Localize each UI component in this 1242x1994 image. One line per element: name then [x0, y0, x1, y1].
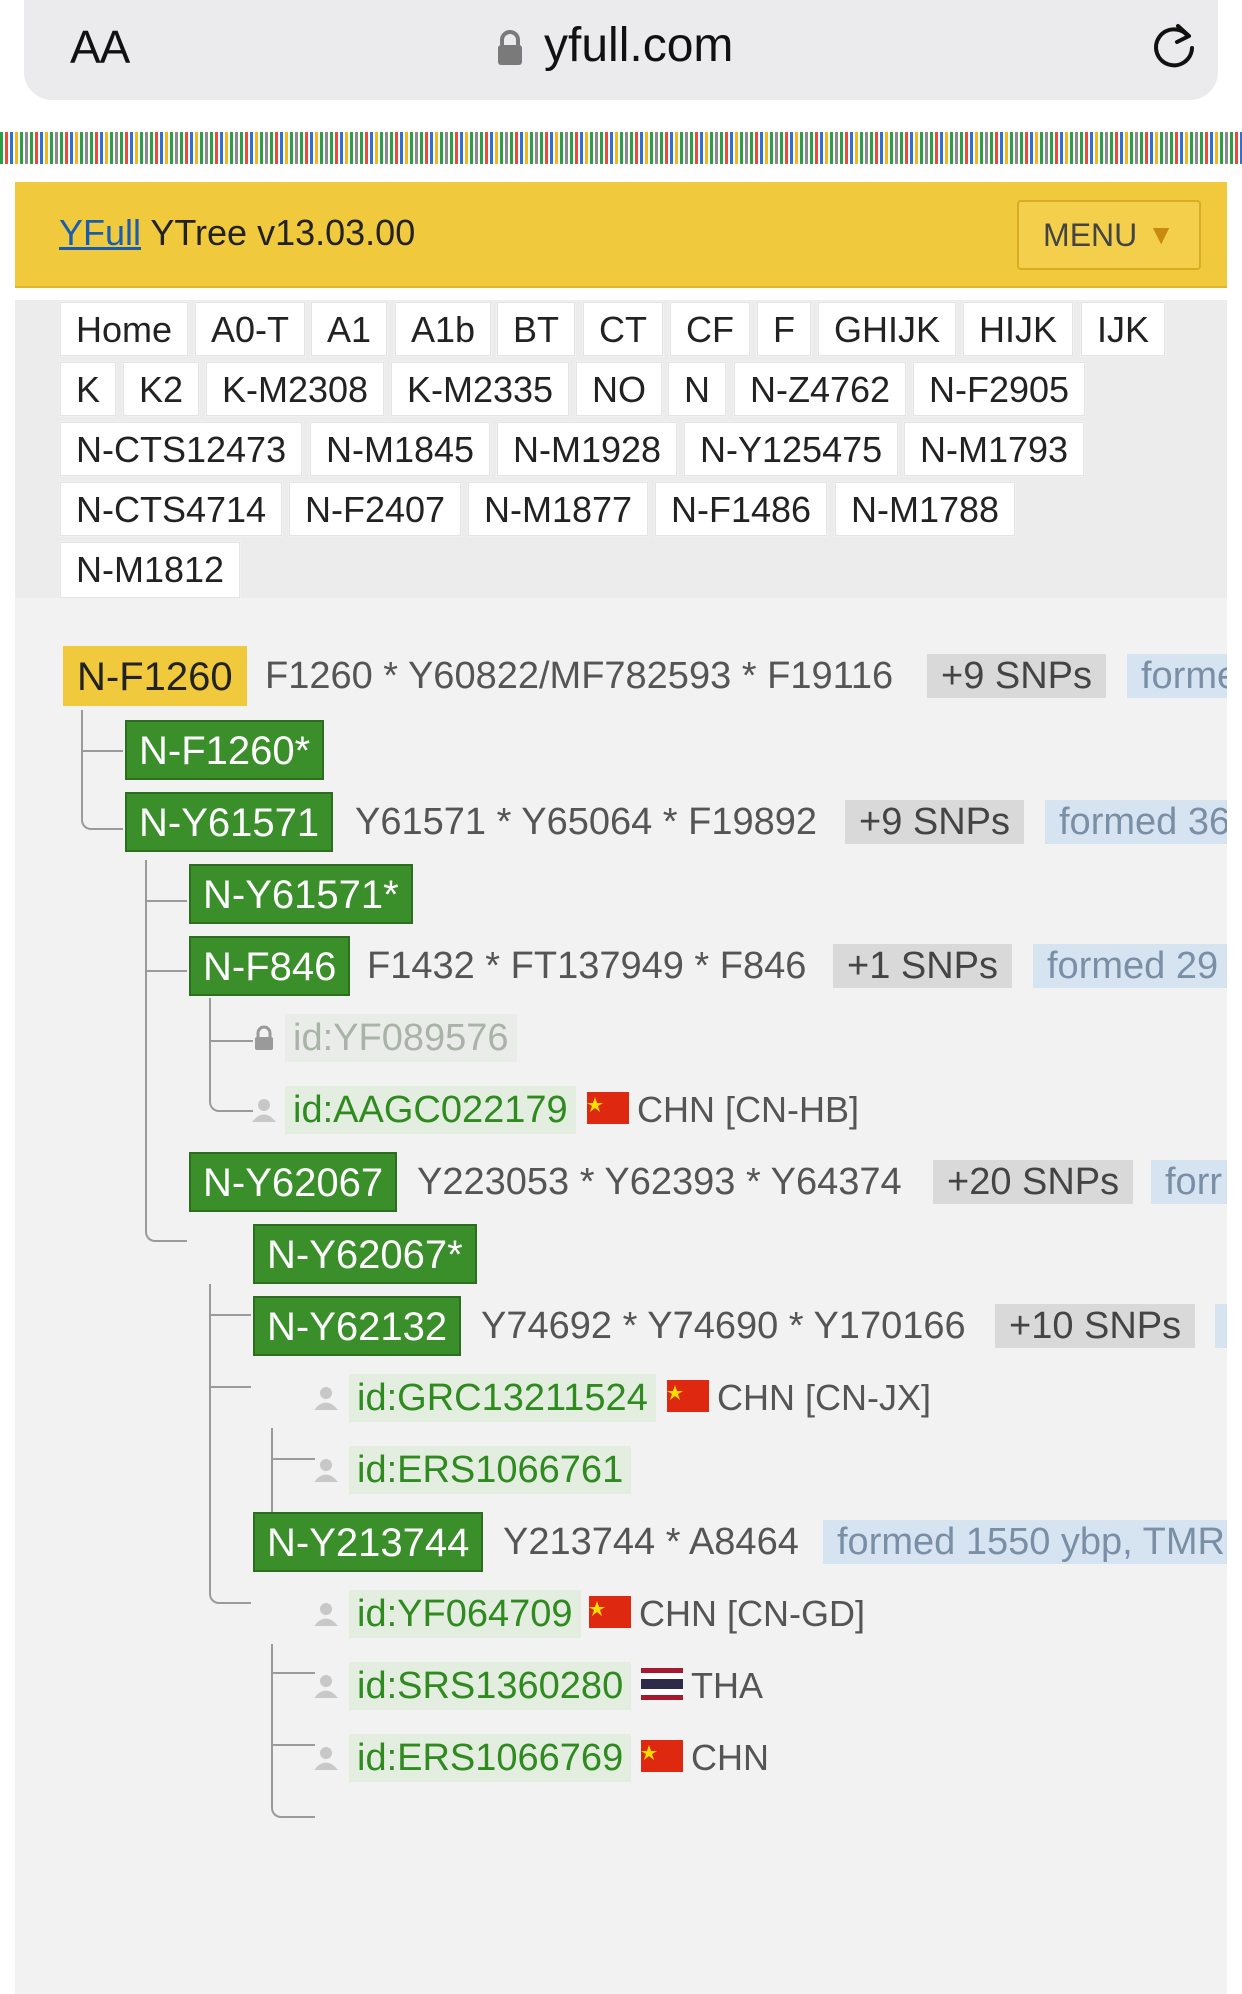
- breadcrumb-item[interactable]: K-M2308: [206, 362, 385, 416]
- menu-label: MENU: [1043, 216, 1138, 253]
- country-label: CHN [CN-JX]: [717, 1377, 931, 1418]
- sample-id-link[interactable]: id:ERS1066761: [349, 1446, 632, 1494]
- haplogroup-node-root[interactable]: N-F1260: [63, 646, 247, 706]
- person-icon: [314, 1675, 338, 1698]
- dna-stripe-decoration: [0, 132, 1242, 164]
- sample-id-link[interactable]: id:YF064709: [349, 1590, 581, 1638]
- breadcrumb-item[interactable]: N-Z4762: [734, 362, 907, 416]
- breadcrumb-item-current[interactable]: N-M1812: [60, 542, 241, 598]
- sample-id: id:YF089576: [285, 1014, 517, 1062]
- breadcrumb-item[interactable]: K2: [123, 362, 200, 416]
- snp-list: F1260 * Y60822/MF782593 * F19116: [265, 655, 894, 697]
- formed-badge: formed 36: [1045, 800, 1227, 844]
- thailand-flag-icon: [641, 1668, 683, 1700]
- app-title: YTree v13.03.00: [141, 212, 416, 253]
- formed-badge: [1215, 1304, 1227, 1348]
- country-label: CHN [CN-GD]: [639, 1593, 865, 1634]
- haplogroup-node[interactable]: N-Y62132: [253, 1296, 462, 1356]
- text-size-button[interactable]: AA: [70, 20, 130, 74]
- formed-badge: formed 29: [1033, 944, 1227, 988]
- yfull-home-link[interactable]: YFull: [59, 212, 141, 253]
- breadcrumb-item[interactable]: N-F2905: [913, 362, 1086, 416]
- snp-count-badge[interactable]: +9 SNPs: [845, 800, 1025, 844]
- ytree-panel: N-F1260 F1260 * Y60822/MF782593 * F19116…: [15, 598, 1227, 1994]
- breadcrumb-item[interactable]: K-M2335: [391, 362, 570, 416]
- breadcrumb-item[interactable]: A1b: [395, 302, 492, 356]
- sample-id-link[interactable]: id:AAGC022179: [285, 1086, 576, 1134]
- breadcrumb-item[interactable]: NO: [576, 362, 662, 416]
- breadcrumb-item[interactable]: N-M1793: [904, 422, 1085, 476]
- person-icon: [314, 1747, 338, 1770]
- breadcrumb-item[interactable]: A1: [311, 302, 388, 356]
- breadcrumb-item[interactable]: HIJK: [963, 302, 1074, 356]
- breadcrumb-item[interactable]: N-M1845: [310, 422, 491, 476]
- snp-list: Y223053 * Y62393 * Y64374: [417, 1161, 902, 1203]
- reload-icon[interactable]: [1148, 20, 1200, 72]
- person-icon: [314, 1387, 338, 1410]
- breadcrumb-item[interactable]: F: [757, 302, 811, 356]
- breadcrumb-item[interactable]: N-Y125475: [684, 422, 899, 476]
- breadcrumb-item[interactable]: N-F2407: [289, 482, 462, 536]
- breadcrumb-item[interactable]: N-CTS4714: [60, 482, 283, 536]
- breadcrumb-item[interactable]: N-CTS12473: [60, 422, 303, 476]
- breadcrumb-item[interactable]: IJK: [1081, 302, 1166, 356]
- sample-id-link[interactable]: id:GRC13211524: [349, 1374, 656, 1422]
- site-header: YFull YTree v13.03.00 MENU ▼: [15, 182, 1227, 288]
- person-icon: [314, 1459, 338, 1482]
- country-label: CHN: [691, 1737, 769, 1778]
- sample-id-link[interactable]: id:SRS1360280: [349, 1662, 632, 1710]
- china-flag-icon: [667, 1380, 709, 1412]
- snp-count-badge[interactable]: +10 SNPs: [995, 1304, 1196, 1348]
- browser-address-bar[interactable]: AA yfull.com: [24, 0, 1218, 100]
- url-domain[interactable]: yfull.com: [544, 18, 733, 73]
- china-flag-icon: [641, 1740, 683, 1772]
- person-icon: [252, 1099, 276, 1122]
- snp-list: Y61571 * Y65064 * F19892: [355, 801, 818, 843]
- formed-badge: forme: [1127, 654, 1227, 698]
- country-label: THA: [691, 1665, 763, 1706]
- menu-button[interactable]: MENU ▼: [1017, 200, 1201, 270]
- breadcrumb-item[interactable]: CT: [583, 302, 663, 356]
- sample-id-link[interactable]: id:ERS1066769: [349, 1734, 632, 1782]
- formed-badge: formed 1550 ybp, TMR: [823, 1520, 1227, 1564]
- haplogroup-node[interactable]: N-F846: [189, 936, 351, 996]
- snp-count-badge[interactable]: +9 SNPs: [927, 654, 1107, 698]
- snp-count-badge[interactable]: +20 SNPs: [933, 1160, 1134, 1204]
- haplogroup-node[interactable]: N-Y61571*: [189, 864, 413, 924]
- country-label: CHN [CN-HB]: [637, 1089, 859, 1130]
- breadcrumb-item[interactable]: CF: [670, 302, 750, 356]
- breadcrumb-item[interactable]: N-M1788: [835, 482, 1016, 536]
- site-brand: YFull YTree v13.03.00: [59, 212, 415, 254]
- breadcrumb-item[interactable]: N-M1928: [497, 422, 678, 476]
- snp-list: Y213744 * A8464: [503, 1521, 799, 1563]
- breadcrumb-item[interactable]: N-F1486: [655, 482, 828, 536]
- haplogroup-node[interactable]: N-Y62067*: [253, 1224, 477, 1284]
- haplogroup-node[interactable]: N-Y213744: [253, 1512, 484, 1572]
- lock-icon: [498, 30, 522, 65]
- snp-list: Y74692 * Y74690 * Y170166: [481, 1305, 966, 1347]
- person-icon: [314, 1603, 338, 1626]
- haplogroup-node[interactable]: N-Y62067: [189, 1152, 398, 1212]
- breadcrumb-item[interactable]: GHIJK: [818, 302, 957, 356]
- china-flag-icon: [587, 1092, 629, 1124]
- breadcrumb-item[interactable]: Home: [60, 302, 189, 356]
- breadcrumb-item[interactable]: A0-T: [195, 302, 306, 356]
- breadcrumb-item[interactable]: N: [668, 362, 726, 416]
- breadcrumb-item[interactable]: K: [60, 362, 117, 416]
- menu-caret-icon: ▼: [1147, 219, 1175, 250]
- snp-count-badge[interactable]: +1 SNPs: [833, 944, 1013, 988]
- haplogroup-node[interactable]: N-Y61571: [125, 792, 334, 852]
- snp-list: F1432 * FT137949 * F846: [367, 945, 807, 987]
- breadcrumb-item[interactable]: N-M1877: [468, 482, 649, 536]
- haplogroup-node[interactable]: N-F1260*: [125, 720, 325, 780]
- breadcrumb-item[interactable]: BT: [497, 302, 576, 356]
- formed-badge: forr: [1151, 1160, 1227, 1204]
- lock-icon: [255, 1025, 273, 1050]
- china-flag-icon: [589, 1596, 631, 1628]
